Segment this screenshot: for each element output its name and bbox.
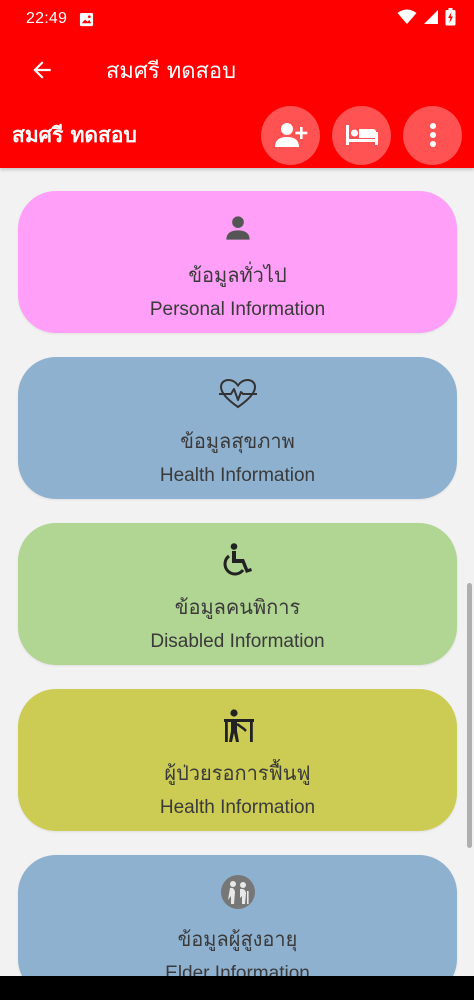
patient-header: สมศรี ทดสอบ [0, 102, 474, 168]
wifi-icon [397, 9, 417, 29]
bed-button[interactable] [332, 105, 391, 165]
card-title-th: ข้อมูลคนพิการ [174, 595, 301, 619]
screen: 22:49 สมศรี ทดสอบ สมศรี ทดสอบ ข้อมูลทั่ว… [0, 0, 474, 1000]
elderly-icon [220, 875, 256, 909]
patient-name: สมศรี ทดสอบ [12, 122, 137, 147]
card-title-th: ผู้ป่วยรอการฟื้นฟู [164, 761, 311, 785]
navigation-bar [0, 976, 474, 1000]
back-button[interactable] [10, 38, 74, 102]
card-title-th: ข้อมูลทั่วไป [188, 263, 287, 287]
disabled-info-card[interactable]: ข้อมูลคนพิการ Disabled Information [18, 523, 457, 665]
image-notification-icon [79, 12, 94, 27]
heart-pulse-icon [218, 377, 257, 411]
scrollbar[interactable] [467, 583, 472, 848]
card-title-en: Elder Information [165, 963, 310, 976]
card-title-en: Health Information [159, 465, 316, 486]
wheelchair-icon [223, 543, 253, 577]
elder-info-card[interactable]: ข้อมูลผู้สูงอายุ Elder Information [18, 855, 457, 976]
card-title-en: Disabled Information [150, 631, 325, 652]
card-title-en: Personal Information [149, 299, 326, 320]
app-title: สมศรี ทดสอบ [106, 58, 237, 84]
battery-charging-icon [445, 8, 456, 30]
card-title-th: ข้อมูลสุขภาพ [180, 429, 295, 453]
rehabilitation-icon [220, 709, 256, 743]
health-info-card[interactable]: ข้อมูลสุขภาพ Health Information [18, 357, 457, 499]
person-icon [224, 211, 252, 245]
more-options-button[interactable] [403, 105, 462, 165]
arrow-left-icon [33, 61, 51, 79]
personal-info-card[interactable]: ข้อมูลทั่วไป Personal Information [18, 191, 457, 333]
card-title-en: Health Information [159, 797, 316, 818]
status-bar: 22:49 [0, 0, 474, 38]
add-person-button[interactable] [261, 105, 320, 165]
rehabilitation-card[interactable]: ผู้ป่วยรอการฟื้นฟู Health Information [18, 689, 457, 831]
status-time: 22:49 [26, 10, 68, 27]
signal-icon [423, 9, 439, 29]
more-vertical-icon [429, 123, 436, 147]
person-add-icon [274, 123, 307, 147]
card-title-th: ข้อมูลผู้สูงอายุ [177, 927, 298, 951]
header-actions [261, 105, 474, 165]
menu-list[interactable]: ข้อมูลทั่วไป Personal Information ข้อมูล… [0, 168, 474, 976]
status-icons [397, 8, 456, 30]
app-bar: สมศรี ทดสอบ [0, 38, 474, 102]
bed-icon [345, 125, 378, 145]
